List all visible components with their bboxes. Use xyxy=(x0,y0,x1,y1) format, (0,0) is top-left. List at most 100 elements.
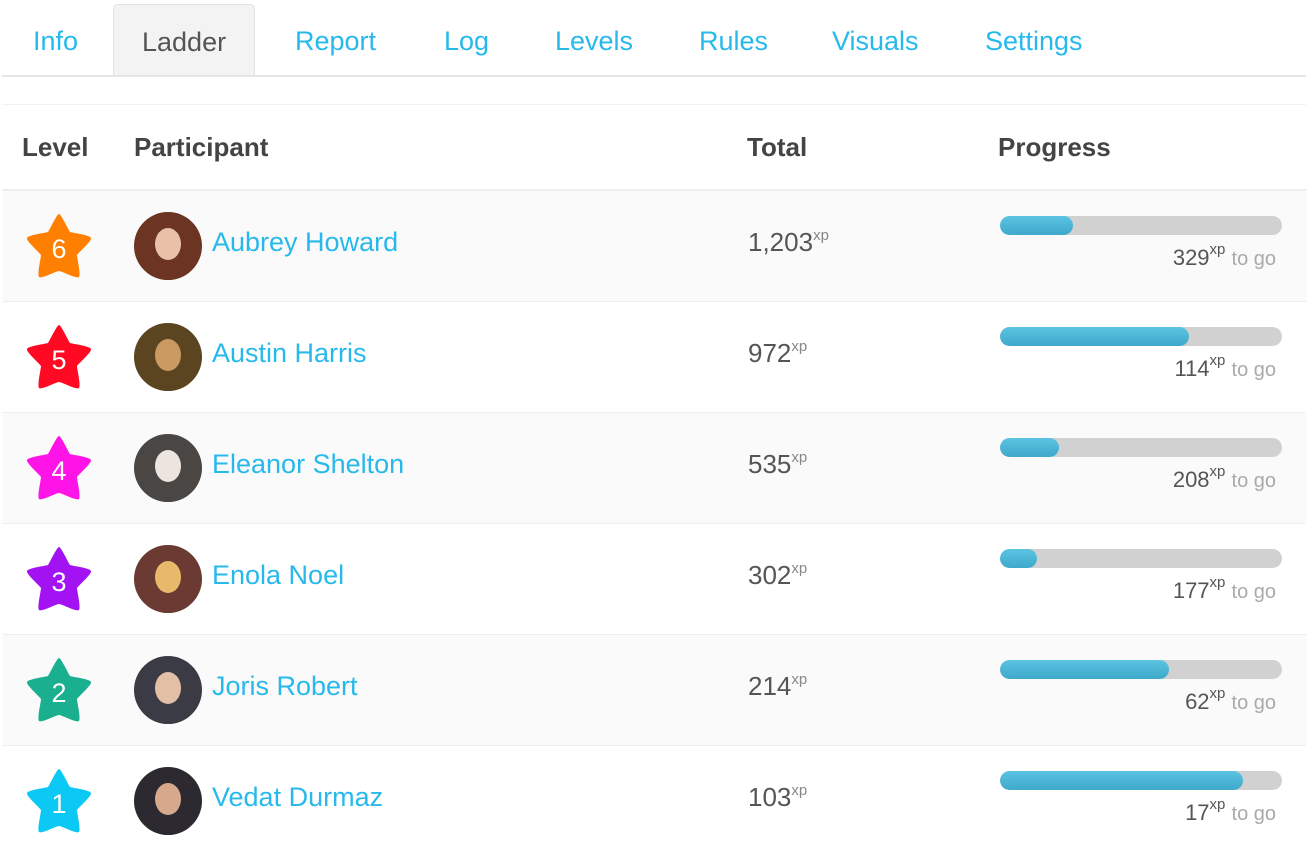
participant: Joris Robert xyxy=(134,655,747,724)
participant: Enola Noel xyxy=(134,544,747,613)
progress-bar xyxy=(1000,549,1282,568)
header-progress: Progress xyxy=(998,105,1306,191)
xp-to-go: 329xp to go xyxy=(1000,241,1282,271)
avatar[interactable] xyxy=(134,766,202,835)
table-header-row: Level Participant Total Progress xyxy=(2,105,1306,191)
tab-visuals[interactable]: Visuals xyxy=(832,4,919,75)
progress-bar-fill xyxy=(1000,660,1170,679)
xp-unit: xp xyxy=(791,449,808,466)
total-value: 103 xyxy=(748,782,792,813)
remaining-value: 208 xyxy=(1172,467,1210,492)
progress: 114xp to go xyxy=(998,327,1282,382)
participant-name-link[interactable]: Austin Harris xyxy=(212,338,367,369)
total-xp: 1,203xp xyxy=(747,227,998,258)
level-number: 2 xyxy=(51,677,67,708)
participant-name-link[interactable]: Eleanor Shelton xyxy=(212,449,404,480)
xp-unit: xp xyxy=(1209,685,1226,702)
tab-report[interactable]: Report xyxy=(295,4,376,75)
avatar[interactable] xyxy=(134,211,202,280)
remaining-value: 17 xyxy=(1185,800,1210,826)
participant-name-link[interactable]: Enola Noel xyxy=(212,560,344,591)
progress: 17xp to go xyxy=(998,771,1282,826)
xp-unit: xp xyxy=(1209,796,1226,814)
header-participant: Participant xyxy=(134,105,747,191)
level-number: 3 xyxy=(51,566,67,597)
participant-name-link[interactable]: Joris Robert xyxy=(212,671,358,702)
level-badge: 1 xyxy=(24,766,94,836)
tab-levels[interactable]: Levels xyxy=(555,4,633,75)
level-badge: 6 xyxy=(24,211,94,281)
avatar-photo xyxy=(134,322,202,391)
total-xp: 972xp xyxy=(747,338,998,369)
progress: 177xp to go xyxy=(998,549,1282,604)
xp-unit: xp xyxy=(1209,574,1226,591)
xp-unit: xp xyxy=(1209,352,1226,369)
xp-unit: xp xyxy=(1209,241,1226,259)
progress-bar xyxy=(1000,660,1282,679)
avatar-photo xyxy=(134,544,202,613)
level-badge: 3 xyxy=(24,544,94,614)
to-go-label: to go xyxy=(1231,248,1276,271)
progress-bar-fill xyxy=(1000,549,1037,568)
tab-ladder[interactable]: Ladder xyxy=(113,4,256,75)
level-number: 6 xyxy=(51,233,67,264)
table-row: 6 Aubrey Howard 1,203xp 329xp to go xyxy=(2,189,1306,301)
avatar-photo xyxy=(134,211,202,280)
level-badge: 4 xyxy=(24,433,94,503)
total-xp: 535xp xyxy=(747,449,998,480)
ladder-table: Level Participant Total Progress 6 Aubre… xyxy=(2,105,1306,856)
level-badge: 2 xyxy=(24,655,94,725)
participant-name-link[interactable]: Vedat Durmaz xyxy=(212,782,383,813)
total-value: 302 xyxy=(748,560,792,590)
remaining-value: 114 xyxy=(1174,356,1210,381)
progress-bar xyxy=(1000,771,1282,791)
participant: Austin Harris xyxy=(134,322,747,391)
xp-unit: xp xyxy=(791,782,808,800)
xp-to-go: 114xp to go xyxy=(1000,352,1282,382)
avatar-photo xyxy=(134,433,202,502)
progress: 62xp to go xyxy=(998,660,1282,715)
xp-to-go: 62xp to go xyxy=(1000,685,1282,715)
progress-bar-fill xyxy=(1000,327,1189,346)
avatar[interactable] xyxy=(134,655,202,724)
table-row: 4 Eleanor Shelton 535xp 208xp to go xyxy=(2,411,1306,523)
table-row: 5 Austin Harris 972xp 114xp to go xyxy=(2,300,1306,412)
remaining-value: 329 xyxy=(1172,245,1210,271)
progress-bar-fill xyxy=(1000,438,1060,457)
total-xp: 214xp xyxy=(747,671,998,702)
to-go-label: to go xyxy=(1231,470,1276,492)
avatar[interactable] xyxy=(134,322,202,391)
tab-bar: Info Ladder Report Log Levels Rules Visu… xyxy=(2,0,1306,77)
to-go-label: to go xyxy=(1231,359,1276,381)
participant-name-link[interactable]: Aubrey Howard xyxy=(212,227,398,258)
tab-settings[interactable]: Settings xyxy=(985,4,1083,75)
avatar[interactable] xyxy=(134,544,202,613)
progress-bar xyxy=(1000,438,1282,457)
participant: Vedat Durmaz xyxy=(134,766,747,835)
to-go-label: to go xyxy=(1231,692,1276,714)
total-value: 214 xyxy=(748,671,792,701)
table-row: 3 Enola Noel 302xp 177xp to go xyxy=(2,522,1306,634)
progress-bar-fill xyxy=(1000,216,1074,236)
total-xp: 103xp xyxy=(747,782,998,813)
avatar[interactable] xyxy=(134,433,202,502)
tab-log[interactable]: Log xyxy=(444,4,489,75)
table-row: 1 Vedat Durmaz 103xp 17xp to go xyxy=(2,744,1306,856)
xp-to-go: 177xp to go xyxy=(1000,574,1282,604)
header-level: Level xyxy=(2,105,134,191)
level-badge: 5 xyxy=(24,322,94,392)
progress-bar xyxy=(1000,216,1282,236)
total-value: 972 xyxy=(748,338,792,368)
xp-to-go: 208xp to go xyxy=(1000,463,1282,493)
progress-bar xyxy=(1000,327,1282,346)
tab-rules[interactable]: Rules xyxy=(699,4,768,75)
participant: Eleanor Shelton xyxy=(134,433,747,502)
tab-info[interactable]: Info xyxy=(33,4,78,75)
xp-unit: xp xyxy=(791,560,808,577)
level-number: 1 xyxy=(51,788,67,819)
xp-unit: xp xyxy=(1209,463,1226,480)
total-value: 1,203 xyxy=(748,227,814,258)
total-value: 535 xyxy=(748,449,792,479)
xp-unit: xp xyxy=(791,338,808,355)
header-total: Total xyxy=(747,105,998,191)
